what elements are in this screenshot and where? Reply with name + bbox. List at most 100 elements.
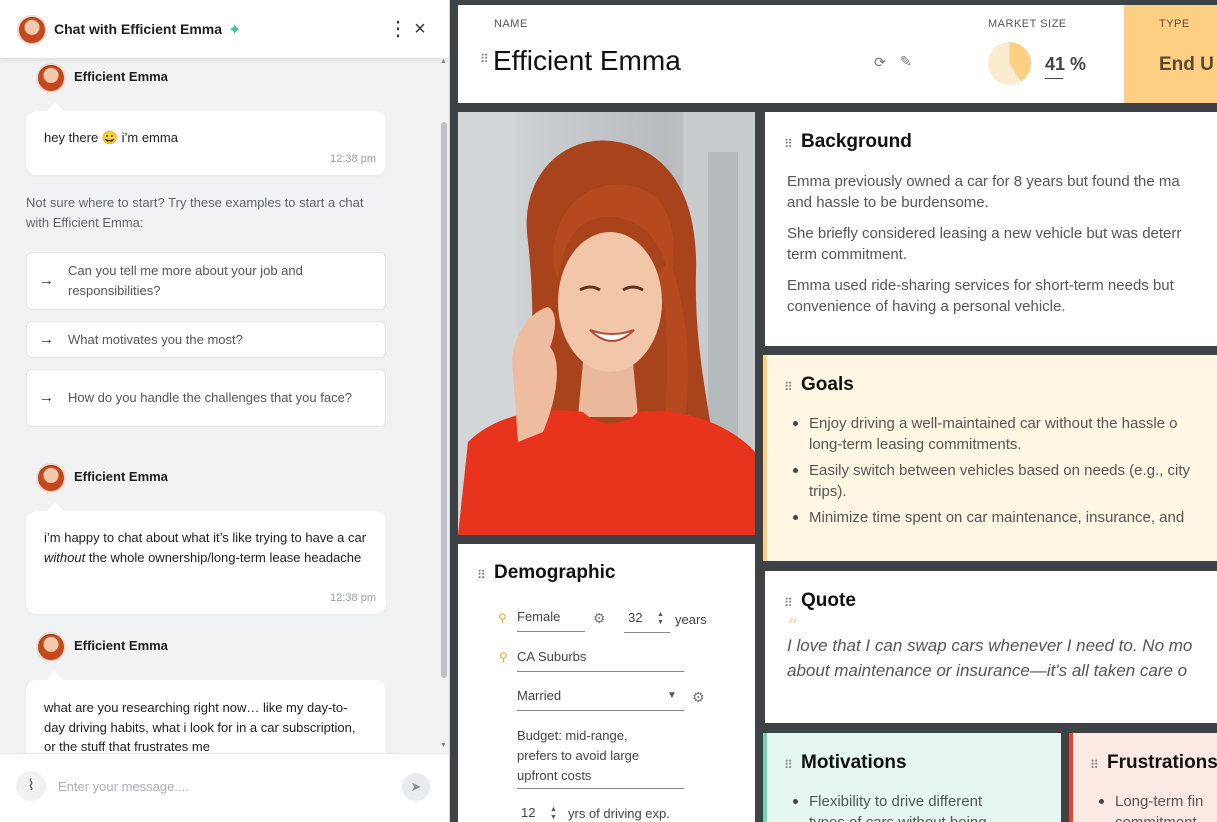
- background-paragraph: Emma previously owned a car for 8 years …: [787, 171, 1217, 213]
- gender-field[interactable]: Female: [517, 606, 585, 632]
- text-line: Emma previously owned a car for 8 years …: [787, 173, 1180, 190]
- motivations-title: Motivations: [801, 752, 907, 773]
- message-text: hey there 😀 i’m emma: [44, 130, 178, 145]
- text-line: types of cars without being: [809, 812, 1061, 822]
- text-line: and hassle to be burdensome.: [787, 194, 989, 211]
- message-sender: Efficient Emma: [74, 638, 168, 653]
- quote-text[interactable]: I love that I can swap cars whenever I n…: [787, 633, 1192, 683]
- arrow-right-icon: →: [39, 389, 54, 406]
- message-text-end: the whole ownership/long-term lease head…: [85, 549, 362, 565]
- refresh-icon[interactable]: ⟳: [874, 54, 886, 71]
- send-icon[interactable]: ➤: [402, 773, 430, 801]
- message-input[interactable]: [58, 774, 388, 798]
- chat-message: i’m happy to chat about what it’s like t…: [26, 502, 386, 614]
- driving-years-unit: yrs of driving exp.: [568, 806, 670, 821]
- market-size-label: MARKET SIZE: [988, 18, 1067, 30]
- persona-portrait: [458, 112, 755, 535]
- suggestion-button[interactable]: → How do you handle the challenges that …: [26, 369, 386, 427]
- text-line: commitment: [1115, 812, 1217, 822]
- drag-handle-icon[interactable]: ⠿: [480, 52, 489, 66]
- text-line: Minimize time spent on car maintenance, …: [809, 509, 1185, 526]
- suggestion-hint: Not sure where to start? Try these examp…: [26, 195, 364, 230]
- goals-title: Goals: [801, 374, 854, 395]
- avatar: [36, 632, 66, 662]
- motivation-item: Flexibility to drive different types of c…: [787, 791, 1061, 822]
- drag-handle-icon[interactable]: ⠿: [784, 137, 793, 151]
- goals-card: ⠿ Goals Enjoy driving a well-maintained …: [763, 355, 1217, 561]
- budget-field[interactable]: Budget: mid-range, prefers to avoid larg…: [517, 726, 684, 789]
- gear-icon[interactable]: ⚙: [692, 689, 705, 706]
- background-paragraph: Emma used ride-sharing services for shor…: [787, 275, 1217, 317]
- age-stepper-icon[interactable]: ▲ ▼: [657, 611, 664, 627]
- scroll-down-icon[interactable]: ▼: [440, 742, 447, 749]
- driving-years-stepper-icon[interactable]: ▲ ▼: [550, 806, 557, 822]
- suggestion-label: How do you handle the challenges that yo…: [68, 390, 353, 405]
- background-card: ⠿ Background Emma previously owned a car…: [765, 112, 1217, 346]
- suggestion-label: What motivates you the most?: [68, 331, 243, 347]
- text-line: Flexibility to drive different: [809, 793, 983, 810]
- motivations-card: ⠿ Motivations Flexibility to drive diffe…: [763, 733, 1061, 822]
- pencil-icon[interactable]: ✎: [900, 53, 912, 70]
- persona-name[interactable]: Efficient Emma: [493, 45, 681, 77]
- drag-handle-icon[interactable]: ⠿: [784, 596, 793, 610]
- location-pin-icon: ⚲: [499, 650, 508, 664]
- frustrations-card: ⠿ Frustrations Long-term fin commitment: [1069, 733, 1217, 822]
- chat-panel: Chat with Efficient Emma ✦ ⋮ × Efficient…: [0, 0, 450, 822]
- text-line: prefers to avoid large: [517, 748, 640, 763]
- goal-item: Enjoy driving a well-maintained car with…: [787, 413, 1217, 455]
- location-field[interactable]: CA Suburbs: [517, 646, 684, 672]
- message-text-start: i’m happy to chat about what it’s like t…: [44, 530, 367, 545]
- goal-item: Easily switch between vehicles based on …: [787, 460, 1217, 502]
- motivations-list: Flexibility to drive different types of c…: [787, 791, 1061, 822]
- frustrations-list: Long-term fin commitment: [1093, 791, 1217, 822]
- chat-message: hey there 😀 i’m emma 12:38 pm: [26, 102, 386, 175]
- sparkle-icon: ✦: [228, 22, 242, 39]
- suggestion-button[interactable]: → Can you tell me more about your job an…: [26, 252, 386, 310]
- frustrations-title: Frustrations: [1107, 752, 1217, 773]
- more-options-icon[interactable]: ⋮: [387, 16, 409, 42]
- market-size-value[interactable]: 41 %: [1045, 54, 1086, 75]
- marital-status-select[interactable]: Married: [517, 685, 684, 711]
- market-size-pie: [988, 42, 1031, 85]
- background-paragraph: She briefly considered leasing a new veh…: [787, 223, 1217, 265]
- drag-handle-icon[interactable]: ⠿: [784, 380, 793, 394]
- frustration-item: Long-term fin commitment: [1093, 791, 1217, 822]
- text-line: long-term leasing commitments.: [809, 436, 1022, 453]
- avatar: [36, 63, 66, 93]
- text-line: term commitment.: [787, 246, 908, 263]
- goal-item: Minimize time spent on car maintenance, …: [787, 507, 1217, 528]
- demographic-card: ⠿ Demographic ⚲ Female ⚙ 32 ▲ ▼ years ⚲ C…: [458, 544, 755, 822]
- age-unit: years: [675, 612, 707, 627]
- market-size-number: 41: [1045, 54, 1066, 74]
- message-text-emphasis: without: [44, 549, 86, 565]
- text-line: Budget: mid-range,: [517, 728, 628, 743]
- type-label: TYPE: [1159, 18, 1190, 30]
- message-time: 12:38 pm: [330, 152, 376, 165]
- arrow-right-icon: →: [39, 330, 54, 348]
- quote-title: Quote: [801, 590, 856, 611]
- type-value[interactable]: End U: [1159, 54, 1214, 76]
- text-line: trips).: [809, 483, 847, 500]
- drag-handle-icon[interactable]: ⠿: [477, 568, 486, 582]
- chat-header: Chat with Efficient Emma ✦ ⋮ ×: [0, 0, 449, 59]
- suggestion-button[interactable]: → What motivates you the most?: [26, 321, 386, 358]
- close-icon[interactable]: ×: [409, 16, 431, 42]
- gear-icon[interactable]: ⚙: [593, 610, 606, 627]
- drag-handle-icon[interactable]: ⠿: [1090, 758, 1099, 772]
- text-line: Long-term fin: [1115, 793, 1204, 810]
- message-sender: Efficient Emma: [74, 469, 168, 484]
- drag-handle-icon[interactable]: ⠿: [784, 758, 793, 772]
- text-line: Emma used ride-sharing services for shor…: [787, 277, 1174, 294]
- quote-line: about maintenance or insurance—it's all …: [787, 661, 1188, 680]
- suggestion-label: Can you tell me more about your job and …: [68, 263, 303, 298]
- chat-title: Chat with Efficient Emma: [54, 21, 223, 37]
- chat-input-bar: ⌇ ➤: [0, 753, 449, 822]
- market-size-underline: [1045, 78, 1063, 79]
- gender-icon: ⚲: [498, 611, 507, 625]
- chevron-down-icon[interactable]: ▼: [667, 691, 677, 701]
- scrollbar-thumb[interactable]: [441, 122, 447, 678]
- avatar: [17, 15, 47, 45]
- persona-header: NAME ⠿ Efficient Emma ⟳ ✎ MARKET SIZE 41…: [458, 5, 1124, 103]
- persona-type-card: TYPE End U: [1124, 5, 1217, 103]
- paperclip-icon[interactable]: ⌇: [16, 771, 46, 801]
